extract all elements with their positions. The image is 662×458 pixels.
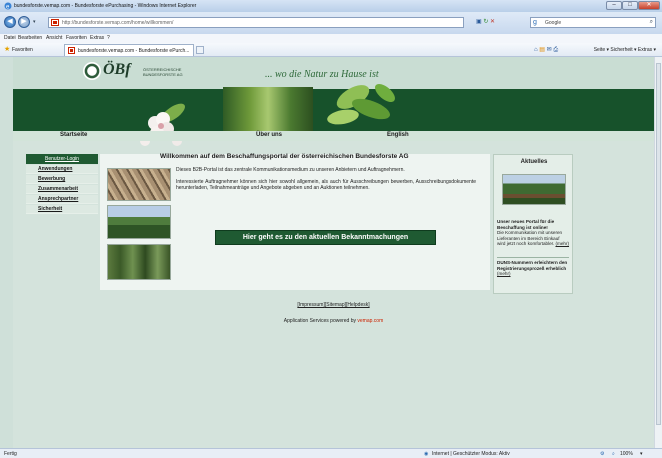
globe-icon: ◉ (424, 451, 429, 457)
vemap-link[interactable]: vemap.com (357, 318, 383, 324)
command-icons: ⌂ ▤ ✉ ⎙ (534, 46, 558, 54)
google-icon: g (533, 19, 537, 26)
search-placeholder: Google (545, 20, 562, 26)
footer-powered: Application Services powered by vemap.co… (13, 318, 654, 324)
impressum-link[interactable]: [Impressum] (297, 302, 325, 308)
helpdesk-link[interactable]: [Helpdesk] (346, 302, 370, 308)
zoom-level[interactable]: 100% (620, 451, 633, 457)
wood-stack-image (107, 168, 171, 201)
close-button[interactable]: ✕ (638, 1, 660, 10)
address-actions: ▣ ↻ ✕ (476, 18, 528, 27)
news-item: DUNS-Nummern erleichtern den Registrieru… (497, 260, 569, 277)
recent-pages-dropdown-icon[interactable]: ▾ (33, 19, 36, 25)
hills-landscape-image (107, 205, 171, 239)
intro-text: Dieses B2B-Portal ist das zentrale Kommu… (176, 167, 405, 173)
address-bar: ◀ ▶ ▾ http://bundesforste.vemap.com/home… (0, 12, 662, 34)
main-nav: Startseite Über uns English (13, 131, 654, 141)
blossom-image (140, 103, 185, 146)
search-icon[interactable]: ⌕ (650, 19, 653, 26)
forward-button[interactable]: ▶ (18, 16, 30, 28)
vertical-scrollbar[interactable] (654, 57, 662, 448)
menu-item[interactable]: Datei (4, 35, 16, 41)
minimize-button[interactable]: – (606, 1, 622, 10)
forest-hut-image (502, 174, 566, 205)
menu-item[interactable]: ? (107, 35, 110, 41)
menu-item[interactable]: Favoriten (66, 35, 87, 41)
news-body: Die Kommunikation mit unseren Lieferante… (497, 230, 563, 246)
news-title: DUNS-Nummern erleichtern den Registrieru… (497, 260, 568, 271)
zoom-icon[interactable]: ⌕ (612, 451, 615, 457)
favorites-button[interactable]: Favoriten (12, 47, 33, 53)
page-viewport: ÖBf ÖSTERREICHISCHE BUNDESFORSTE AG ... … (0, 57, 654, 448)
window-title: bundesforste.vemap.com - Bundesforste eP… (14, 3, 197, 9)
news-panel: Aktuelles Unser neues Portal für die Bes… (493, 154, 573, 294)
print-icon[interactable]: ⎙ (553, 47, 558, 53)
url-field[interactable]: http://bundesforste.vemap.com/home/willk… (48, 17, 464, 28)
nav-english[interactable]: English (387, 132, 409, 138)
left-nav-item[interactable]: Zusammenarbeit (26, 185, 98, 194)
forest-worker-image (107, 244, 171, 280)
news-divider (497, 257, 569, 258)
command-bar[interactable]: Seite ▾ Sicherheit ▾ Extras ▾ (594, 47, 656, 53)
window-title-bar: e bundesforste.vemap.com - Bundesforste … (0, 0, 662, 12)
mail-icon[interactable]: ✉ (547, 47, 552, 53)
news-more-link[interactable]: (mehr) (555, 241, 569, 246)
protected-mode-icon[interactable]: ⚙ (600, 451, 604, 457)
left-nav-item[interactable]: Ansprechpartner (26, 195, 98, 204)
security-zone[interactable]: Internet | Geschützter Modus: Aktiv (432, 451, 510, 457)
home-icon[interactable]: ⌂ (534, 47, 538, 53)
left-nav-item[interactable]: Bewerbung (26, 175, 98, 184)
menu-item[interactable]: Extras (90, 35, 104, 41)
stop-icon[interactable]: ✕ (490, 19, 495, 25)
refresh-icon[interactable]: ↻ (483, 19, 488, 25)
status-text: Fertig (4, 451, 17, 457)
left-nav-item[interactable]: Anwendungen (26, 165, 98, 174)
user-login-button[interactable]: Benutzer-Login (26, 154, 98, 164)
main-content: Willkommen auf dem Beschaffungsportal de… (100, 153, 490, 290)
status-bar: Fertig ◉ Internet | Geschützter Modus: A… (0, 448, 662, 458)
menu-item[interactable]: Ansicht (46, 35, 62, 41)
tab-favicon-icon (68, 47, 75, 54)
web-page: ÖBf ÖSTERREICHISCHE BUNDESFORSTE AG ... … (13, 57, 654, 448)
new-tab-button[interactable] (196, 46, 204, 54)
footer-links: [Impressum][Sitemap][Helpdesk] (13, 302, 654, 308)
news-more-link[interactable]: (mehr) (497, 271, 511, 276)
description-text: Interessierte Auftragnehmer können sich … (176, 179, 476, 191)
obf-logo-icon[interactable] (83, 62, 101, 80)
tab-title: bundesforste.vemap.com - Bundesforste eP… (78, 48, 190, 54)
back-button[interactable]: ◀ (4, 16, 16, 28)
logo-subtext: ÖSTERREICHISCHE BUNDESFORSTE AG (143, 67, 183, 77)
maximize-button[interactable]: □ (622, 1, 638, 10)
compatibility-icon[interactable]: ▣ (476, 19, 482, 25)
news-item: Unser neues Portal für die Beschaffung i… (497, 219, 569, 247)
logo-text[interactable]: ÖBf (103, 61, 131, 79)
page-title: Willkommen auf dem Beschaffungsportal de… (160, 153, 409, 160)
feeds-icon[interactable]: ▤ (539, 47, 545, 53)
news-title: Unser neues Portal für die Beschaffung i… (497, 219, 555, 230)
nav-ueber-uns[interactable]: Über uns (256, 132, 282, 138)
zoom-dropdown-icon[interactable]: ▾ (640, 451, 643, 457)
ie-icon: e (4, 2, 12, 10)
search-field[interactable]: g Google ⌕ (530, 17, 656, 28)
menu-item[interactable]: Bearbeiten (18, 35, 42, 41)
favorites-star-icon[interactable]: ★ (4, 46, 10, 53)
nav-startseite[interactable]: Startseite (60, 132, 87, 138)
favorites-bar: ★ Favoriten bundesforste.vemap.com - Bun… (0, 43, 662, 57)
site-favicon-icon (51, 19, 59, 26)
leaves-image (327, 84, 395, 125)
forest-path-image (223, 87, 313, 131)
announcements-button[interactable]: Hier geht es zu den aktuellen Bekanntmac… (215, 230, 436, 245)
news-panel-title: Aktuelles (520, 159, 548, 165)
powered-by-text: Application Services powered by (283, 318, 357, 324)
sitemap-link[interactable]: [Sitemap] (325, 302, 346, 308)
url-text: http://bundesforste.vemap.com/home/willk… (62, 20, 174, 26)
scrollbar-thumb[interactable] (656, 63, 661, 425)
browser-tab[interactable]: bundesforste.vemap.com - Bundesforste eP… (64, 44, 194, 56)
left-nav-item[interactable]: Sicherheit (26, 205, 98, 214)
